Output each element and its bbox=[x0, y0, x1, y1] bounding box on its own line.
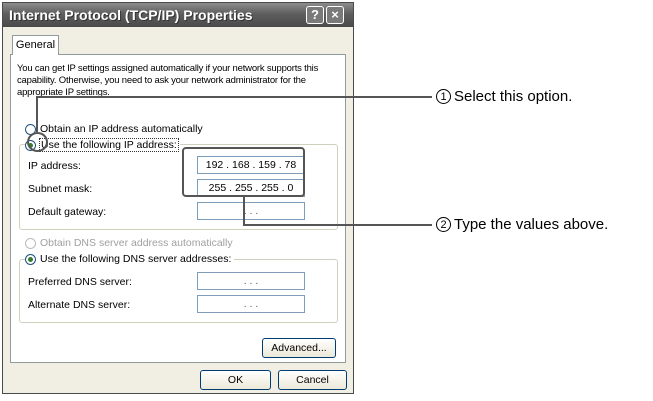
radio-button-icon[interactable] bbox=[25, 237, 36, 249]
help-button[interactable]: ? bbox=[306, 6, 324, 24]
radio-label: Use the following DNS server addresses: bbox=[40, 253, 232, 265]
radio-label: Obtain DNS server address automatically bbox=[40, 237, 233, 249]
radio-obtain-dns-auto[interactable]: Obtain DNS server address automatically bbox=[25, 236, 233, 250]
callout-2-leader-vertical bbox=[243, 197, 245, 225]
callout-highlight-radio bbox=[27, 132, 48, 152]
radio-label: Obtain an IP address automatically bbox=[40, 123, 203, 135]
callout-2: 2 Type the values above. bbox=[436, 216, 608, 233]
tcpip-properties-dialog: Internet Protocol (TCP/IP) Properties ? … bbox=[2, 2, 354, 394]
radio-label: Use the following IP address: bbox=[39, 138, 179, 152]
callout-1-text: Select this option. bbox=[454, 88, 573, 105]
callout-1: 1 Select this option. bbox=[436, 88, 572, 105]
radio-use-following-dns[interactable]: Use the following DNS server addresses: bbox=[25, 252, 235, 266]
window-title: Internet Protocol (TCP/IP) Properties bbox=[9, 7, 253, 23]
cancel-button[interactable]: Cancel bbox=[278, 370, 347, 390]
advanced-button[interactable]: Advanced... bbox=[262, 338, 336, 358]
description-text: You can get IP settings assigned automat… bbox=[17, 63, 319, 98]
close-button[interactable]: × bbox=[326, 6, 344, 24]
alternate-dns-label: Alternate DNS server: bbox=[28, 299, 131, 311]
ok-button[interactable]: OK bbox=[200, 370, 271, 390]
radio-obtain-ip-auto[interactable]: Obtain an IP address automatically bbox=[25, 122, 203, 136]
general-panel: You can get IP settings assigned automat… bbox=[10, 54, 346, 363]
callout-number-1: 1 bbox=[436, 89, 451, 104]
callout-number-2: 2 bbox=[436, 217, 451, 232]
callout-1-leader-vertical bbox=[36, 97, 38, 132]
ip-address-label: IP address: bbox=[28, 160, 81, 172]
callout-1-leader-horizontal bbox=[36, 96, 432, 98]
callout-highlight-fields bbox=[182, 147, 305, 197]
title-bar[interactable]: Internet Protocol (TCP/IP) Properties ? … bbox=[3, 3, 353, 27]
default-gateway-input[interactable]: . . . bbox=[197, 202, 305, 220]
subnet-mask-label: Subnet mask: bbox=[28, 183, 93, 195]
preferred-dns-input[interactable]: . . . bbox=[197, 272, 305, 290]
alternate-dns-input[interactable]: . . . bbox=[197, 295, 305, 313]
preferred-dns-label: Preferred DNS server: bbox=[28, 276, 132, 288]
dns-settings-group bbox=[19, 259, 338, 323]
radio-selected-icon[interactable] bbox=[25, 253, 36, 265]
callout-2-text: Type the values above. bbox=[454, 216, 609, 233]
callout-2-leader-horizontal bbox=[243, 224, 432, 226]
tab-general[interactable]: General bbox=[12, 35, 59, 55]
default-gateway-label: Default gateway: bbox=[28, 206, 107, 218]
radio-use-following-ip[interactable]: Use the following IP address: bbox=[25, 138, 180, 152]
